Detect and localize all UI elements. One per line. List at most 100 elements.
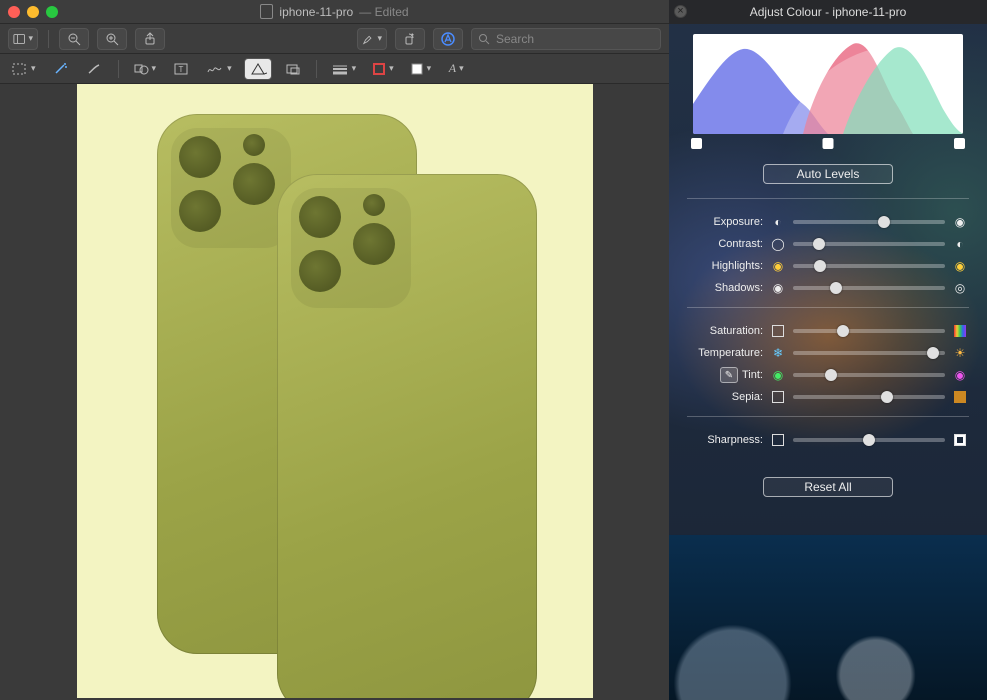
selection-icon bbox=[12, 62, 28, 76]
lens-icon bbox=[233, 163, 275, 205]
border-color-icon bbox=[372, 62, 386, 76]
tint-slider[interactable] bbox=[793, 373, 945, 377]
font-style-button[interactable]: A bbox=[443, 58, 469, 80]
rotate-button[interactable] bbox=[395, 28, 425, 50]
sketch-button[interactable] bbox=[82, 58, 108, 80]
tint-eyedropper-button[interactable]: ✎ bbox=[720, 367, 738, 383]
contrast-low-icon: ◯ bbox=[769, 237, 787, 251]
titlebar: iphone-11-pro — Edited bbox=[0, 0, 669, 24]
saturation-row: Saturation: bbox=[687, 320, 969, 342]
saturation-label: Saturation: bbox=[687, 325, 763, 337]
text-icon: T bbox=[174, 62, 188, 76]
window-filename: iphone-11-pro bbox=[279, 5, 353, 19]
contrast-thumb[interactable] bbox=[813, 238, 825, 250]
contrast-slider[interactable] bbox=[793, 242, 945, 246]
text-button[interactable]: T bbox=[168, 58, 194, 80]
saturation-low-icon bbox=[769, 325, 787, 337]
svg-text:T: T bbox=[179, 65, 184, 74]
slider-group-color: Saturation: Temperature: ❄ ☀ bbox=[687, 320, 969, 408]
temperature-slider[interactable] bbox=[793, 351, 945, 355]
tint-label-wrap: ✎ Tint: bbox=[687, 367, 763, 383]
exposure-thumb[interactable] bbox=[878, 216, 890, 228]
prism-icon bbox=[249, 62, 267, 76]
flash-icon bbox=[243, 134, 265, 156]
window-edited-label: — Edited bbox=[359, 5, 408, 19]
sidebar-icon bbox=[13, 32, 25, 46]
highlights-row: Highlights: ◉ ◉ bbox=[687, 255, 969, 277]
temperature-thumb[interactable] bbox=[927, 347, 939, 359]
histogram[interactable] bbox=[693, 34, 963, 134]
image-canvas[interactable] bbox=[0, 84, 669, 700]
highlights-low-icon: ◉ bbox=[769, 259, 787, 273]
highlights-thumb[interactable] bbox=[814, 260, 826, 272]
sign-button[interactable] bbox=[202, 58, 236, 80]
fill-color-icon bbox=[410, 62, 424, 76]
toolbar-separator bbox=[118, 60, 119, 78]
zoom-out-button[interactable] bbox=[59, 28, 89, 50]
shadows-slider[interactable] bbox=[793, 286, 945, 290]
fill-color-button[interactable] bbox=[406, 58, 436, 80]
phone-front bbox=[277, 174, 537, 698]
levels-handle-mid[interactable] bbox=[823, 138, 834, 149]
border-color-button[interactable] bbox=[368, 58, 398, 80]
markup-toggle-button[interactable] bbox=[433, 28, 463, 50]
camera-bump bbox=[291, 188, 411, 308]
traffic-lights bbox=[8, 6, 58, 18]
zoom-in-button[interactable] bbox=[97, 28, 127, 50]
highlights-high-icon: ◉ bbox=[951, 259, 969, 273]
sepia-thumb[interactable] bbox=[881, 391, 893, 403]
app-root: iphone-11-pro — Edited bbox=[0, 0, 987, 700]
auto-levels-button[interactable]: Auto Levels bbox=[763, 164, 893, 184]
sharpness-slider[interactable] bbox=[793, 438, 945, 442]
markup-icon bbox=[440, 31, 456, 47]
temperature-label: Temperature: bbox=[687, 347, 763, 359]
exposure-high-icon: ◉ bbox=[951, 215, 969, 229]
adjust-size-button[interactable] bbox=[280, 58, 306, 80]
levels-handle-black[interactable] bbox=[691, 138, 702, 149]
saturation-thumb[interactable] bbox=[837, 325, 849, 337]
sharpness-row: Sharpness: bbox=[687, 429, 969, 451]
panel-close-button[interactable] bbox=[674, 5, 687, 18]
exposure-slider[interactable] bbox=[793, 220, 945, 224]
highlights-slider[interactable] bbox=[793, 264, 945, 268]
saturation-high-icon bbox=[951, 325, 969, 337]
search-field[interactable]: Search bbox=[471, 28, 661, 50]
temperature-cold-icon: ❄ bbox=[769, 346, 787, 360]
instant-alpha-button[interactable] bbox=[48, 58, 74, 80]
temperature-warm-icon: ☀ bbox=[951, 346, 969, 360]
sharpness-thumb[interactable] bbox=[863, 434, 875, 446]
close-window-button[interactable] bbox=[8, 6, 20, 18]
exposure-row: Exposure: ◐ ◉ bbox=[687, 211, 969, 233]
highlights-label: Highlights: bbox=[687, 260, 763, 272]
pencil-icon bbox=[87, 62, 103, 76]
sepia-slider[interactable] bbox=[793, 395, 945, 399]
border-style-button[interactable] bbox=[327, 58, 361, 80]
adjust-color-button[interactable] bbox=[244, 58, 272, 80]
highlight-button[interactable] bbox=[357, 28, 387, 50]
exposure-low-icon: ◐ bbox=[769, 215, 787, 229]
sharpness-low-icon bbox=[769, 434, 787, 446]
levels-track[interactable] bbox=[693, 136, 963, 152]
image-content bbox=[77, 84, 593, 698]
shadows-thumb[interactable] bbox=[830, 282, 842, 294]
lens-icon bbox=[179, 136, 221, 178]
levels-handle-white[interactable] bbox=[954, 138, 965, 149]
saturation-slider[interactable] bbox=[793, 329, 945, 333]
lens-icon bbox=[179, 190, 221, 232]
flash-icon bbox=[363, 194, 385, 216]
font-icon: A bbox=[449, 61, 456, 76]
resize-icon bbox=[285, 62, 301, 76]
selection-tool-button[interactable] bbox=[8, 58, 40, 80]
share-button[interactable] bbox=[135, 28, 165, 50]
shapes-button[interactable] bbox=[129, 58, 161, 80]
sepia-high-icon bbox=[951, 391, 969, 403]
divider bbox=[687, 307, 969, 308]
minimize-window-button[interactable] bbox=[27, 6, 39, 18]
view-menu-button[interactable] bbox=[8, 28, 38, 50]
fullscreen-window-button[interactable] bbox=[46, 6, 58, 18]
shadows-high-icon: ◎ bbox=[951, 281, 969, 295]
reset-all-button[interactable]: Reset All bbox=[763, 477, 893, 497]
search-icon bbox=[478, 33, 490, 45]
tint-thumb[interactable] bbox=[825, 369, 837, 381]
tint-row: ✎ Tint: ◉ ◉ bbox=[687, 364, 969, 386]
